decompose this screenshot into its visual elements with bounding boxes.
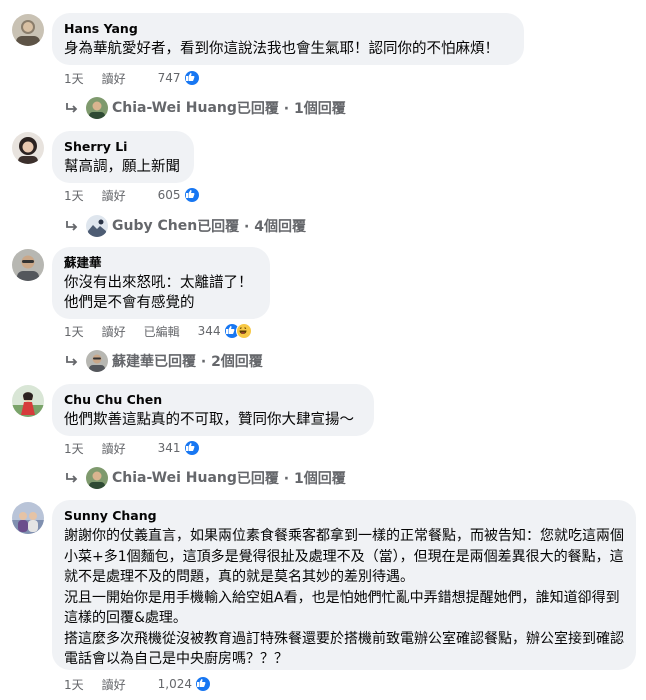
avatar <box>86 467 108 489</box>
comment-time[interactable]: 1天 <box>64 70 84 87</box>
reply-summary: 已回覆 · 1個回覆 <box>236 101 346 117</box>
comment-actions: 1天 讀好 341 <box>64 439 200 457</box>
reply-arrow-icon <box>66 473 78 483</box>
comment-actions: 1天 讀好 605 <box>64 186 200 204</box>
view-replies-button[interactable]: Guby Chen 已回覆 · 4個回覆 <box>64 214 306 238</box>
view-replies-button[interactable]: 蘇建華 已回覆 · 2個回覆 <box>64 349 263 373</box>
reply-summary: 已回覆 · 1個回覆 <box>236 471 346 487</box>
avatar[interactable] <box>12 14 44 46</box>
reaction-count[interactable]: 341 <box>158 441 181 455</box>
comment-author[interactable]: 蘇建華 <box>64 255 258 271</box>
avatar[interactable] <box>12 385 44 417</box>
like-button[interactable]: 讀好 <box>102 187 126 204</box>
like-reaction-icon <box>195 676 212 692</box>
avatar <box>86 350 108 372</box>
reply-summary: 已回覆 · 2個回覆 <box>154 354 263 370</box>
comment-bubble: Hans Yang 身為華航愛好者，看到你這說法我也會生氣耶！認同你的不怕麻煩！ <box>52 13 524 65</box>
comment-actions: 1天 讀好 747 <box>64 69 200 87</box>
edited-label: 已編輯 <box>143 324 180 339</box>
reply-arrow-icon <box>66 221 78 231</box>
comment-text: 謝謝你的仗義直言，如果兩位素食餐乘客都拿到一樣的正常餐點，而被告知：您就吃這兩個… <box>64 528 624 667</box>
comment-time[interactable]: 1天 <box>64 440 84 457</box>
comment-actions: 1天 讀好 1,024 <box>64 675 212 693</box>
avatar[interactable] <box>12 502 44 534</box>
comment-text: 你沒有出來怒吼：太離譜了！ 他們是不會有感覺的 <box>64 275 253 311</box>
avatar[interactable] <box>12 249 44 281</box>
like-reaction-icon <box>183 70 200 86</box>
comment-bubble: Chu Chu Chen 他們欺善這點真的不可取，贊同你大肆宣揚～ <box>52 384 374 436</box>
view-replies-button[interactable]: Chia-Wei Huang 已回覆 · 1個回覆 <box>64 466 346 490</box>
like-button[interactable]: 讀好 <box>102 440 126 457</box>
comment-text: 他們欺善這點真的不可取，贊同你大肆宣揚～ <box>64 412 354 428</box>
view-replies-button[interactable]: Chia-Wei Huang 已回覆 · 1個回覆 <box>64 96 346 120</box>
comment-text: 身為華航愛好者，看到你這說法我也會生氣耶！認同你的不怕麻煩！ <box>64 41 499 57</box>
comment-author[interactable]: Sherry Li <box>64 139 182 155</box>
reply-arrow-icon <box>66 103 78 113</box>
avatar[interactable] <box>12 132 44 164</box>
like-button[interactable]: 讀好 <box>102 676 126 693</box>
comment-author[interactable]: Chu Chu Chen <box>64 392 362 408</box>
reaction-count[interactable]: 605 <box>158 188 181 202</box>
reply-author-names: Guby Chen <box>112 218 198 234</box>
comment-time[interactable]: 1天 <box>64 676 84 693</box>
comment-author[interactable]: Sunny Chang <box>64 508 624 524</box>
avatar <box>86 215 108 237</box>
like-reaction-icon <box>183 440 200 456</box>
comment-bubble: 蘇建華 你沒有出來怒吼：太離譜了！ 他們是不會有感覺的 <box>52 247 270 319</box>
avatar <box>86 97 108 119</box>
reaction-count[interactable]: 1,024 <box>158 677 192 691</box>
comment-text: 幫高調，願上新聞 <box>64 159 180 175</box>
like-button[interactable]: 讀好 <box>102 70 126 87</box>
comment-bubble: Sherry Li 幫高調，願上新聞 <box>52 131 194 183</box>
like-reaction-icon <box>183 187 200 203</box>
like-button[interactable]: 讀好 <box>102 323 126 340</box>
comment-author[interactable]: Hans Yang <box>64 21 512 37</box>
reply-author-names: Chia-Wei Huang <box>112 470 237 486</box>
comment-time[interactable]: 1天 <box>64 323 84 340</box>
reply-author-names: 蘇建華 <box>112 354 154 370</box>
comment-time[interactable]: 1天 <box>64 187 84 204</box>
haha-reaction-icon <box>235 323 252 339</box>
reaction-count[interactable]: 344 <box>198 324 221 338</box>
reply-arrow-icon <box>66 356 78 366</box>
reply-summary: 已回覆 · 4個回覆 <box>197 219 306 235</box>
comment-actions: 1天 讀好 已編輯 344 <box>64 322 252 340</box>
reaction-count[interactable]: 747 <box>158 71 181 85</box>
reply-author-names: Chia-Wei Huang <box>112 100 237 116</box>
comment-bubble: Sunny Chang 謝謝你的仗義直言，如果兩位素食餐乘客都拿到一樣的正常餐點… <box>52 500 636 670</box>
